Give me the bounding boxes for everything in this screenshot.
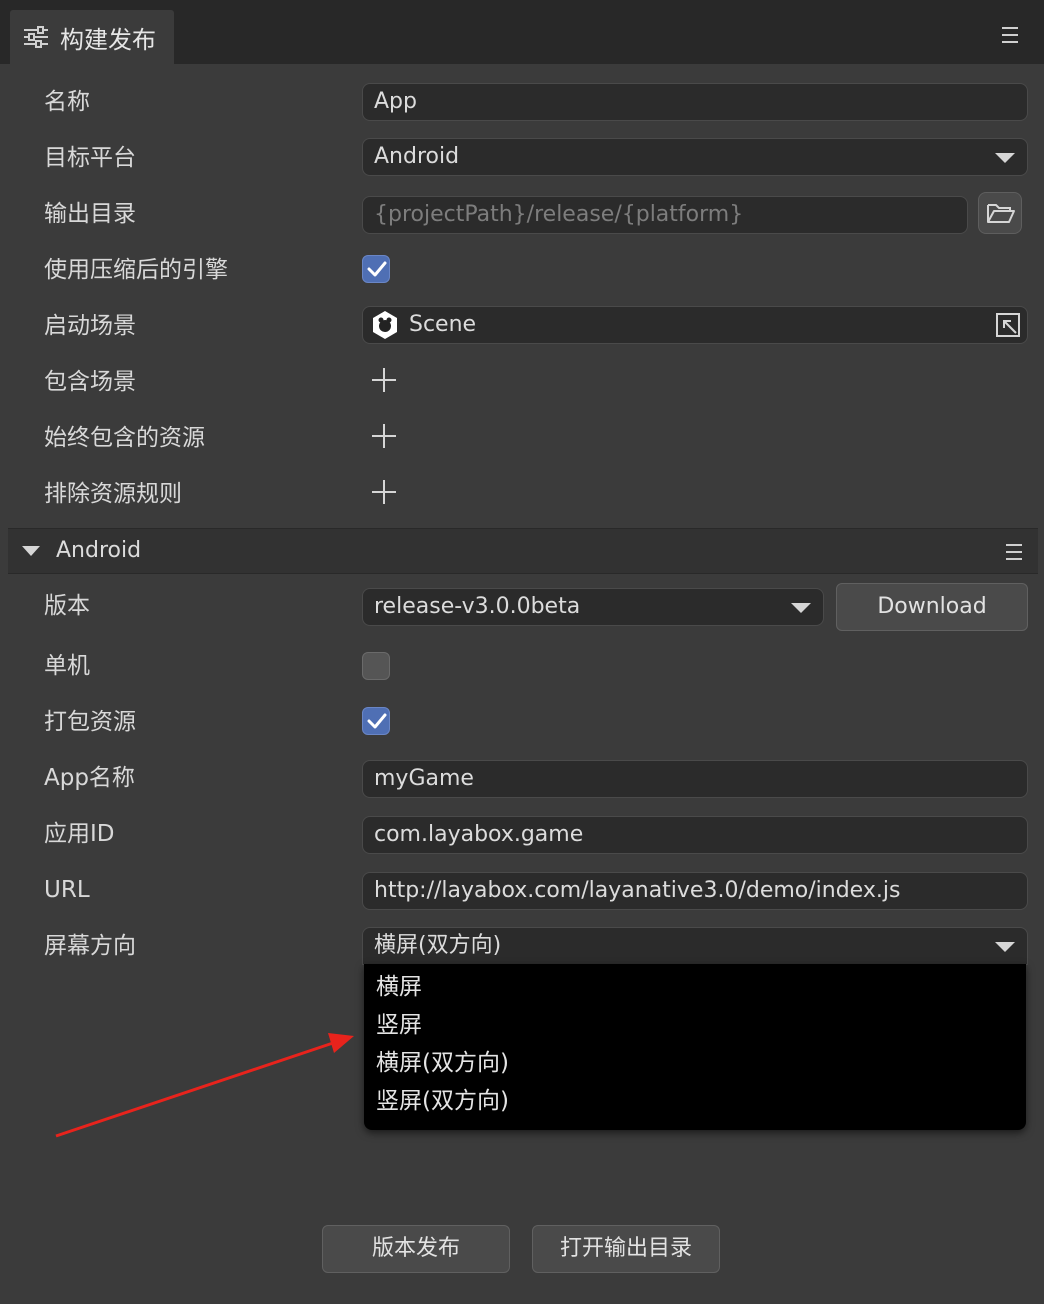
name-input[interactable]: App — [362, 83, 1028, 121]
android-section-header[interactable]: Android — [8, 528, 1038, 574]
app-id-label: 应用ID — [44, 821, 115, 847]
version-value: release-v3.0.0beta — [374, 594, 581, 619]
dropdown-option-portrait[interactable]: 竖屏 — [364, 1006, 1026, 1044]
settings-sliders-icon — [24, 26, 48, 48]
standalone-checkbox[interactable] — [362, 652, 390, 680]
start-scene-value: Scene — [409, 312, 477, 337]
start-scene-label: 启动场景 — [44, 313, 136, 339]
dropdown-option-landscape-both[interactable]: 横屏(双方向) — [364, 1044, 1026, 1082]
checkmark-icon — [367, 261, 387, 277]
app-name-label: App名称 — [44, 765, 135, 791]
dropdown-option-portrait-both[interactable]: 竖屏(双方向) — [364, 1082, 1026, 1120]
orientation-label: 屏幕方向 — [44, 933, 136, 959]
section-menu-icon[interactable] — [1006, 543, 1022, 561]
exclude-rules-label: 排除资源规则 — [44, 481, 182, 507]
platform-value: Android — [374, 144, 460, 169]
pack-resources-checkbox[interactable] — [362, 707, 390, 735]
url-input[interactable]: http://layabox.com/layanative3.0/demo/in… — [362, 872, 1028, 910]
add-scene-plus-icon[interactable] — [372, 368, 396, 392]
start-scene-field[interactable]: Scene — [362, 306, 1028, 344]
add-always-include-plus-icon[interactable] — [372, 424, 396, 448]
checkmark-icon — [367, 713, 387, 729]
app-id-input[interactable]: com.layabox.game — [362, 816, 1028, 854]
name-label: 名称 — [44, 89, 90, 115]
output-dir-label: 输出目录 — [44, 201, 136, 227]
orientation-dropdown-list: 横屏 竖屏 横屏(双方向) 竖屏(双方向) — [364, 964, 1026, 1130]
orientation-value: 横屏(双方向) — [374, 933, 502, 958]
url-label: URL — [44, 877, 90, 903]
pack-resources-label: 打包资源 — [44, 709, 136, 735]
open-output-dir-button[interactable]: 打开输出目录 — [532, 1225, 720, 1273]
dropdown-option-landscape[interactable]: 横屏 — [364, 968, 1026, 1006]
compressed-engine-checkbox[interactable] — [362, 255, 390, 283]
version-label: 版本 — [44, 593, 90, 619]
add-exclude-rule-plus-icon[interactable] — [372, 480, 396, 504]
folder-open-icon — [987, 204, 1015, 223]
panel-menu-icon[interactable] — [1002, 26, 1018, 44]
platform-label: 目标平台 — [44, 145, 136, 171]
collapse-caret-icon[interactable] — [22, 546, 40, 556]
include-scenes-label: 包含场景 — [44, 369, 136, 395]
download-button[interactable]: Download — [836, 583, 1028, 631]
browse-folder-button[interactable] — [978, 192, 1022, 234]
orientation-select[interactable]: 横屏(双方向) — [362, 927, 1028, 965]
app-name-input[interactable]: myGame — [362, 760, 1028, 798]
tab-bar: 构建发布 — [0, 0, 1044, 64]
version-select[interactable]: release-v3.0.0beta — [362, 588, 824, 626]
tab-label: 构建发布 — [60, 25, 156, 54]
standalone-label: 单机 — [44, 653, 90, 679]
pick-target-icon[interactable] — [995, 312, 1021, 338]
android-section-title: Android — [56, 538, 142, 563]
output-dir-input[interactable]: {projectPath}/release/{platform} — [362, 196, 968, 234]
platform-select[interactable]: Android — [362, 138, 1028, 176]
compressed-engine-label: 使用压缩后的引擎 — [44, 257, 228, 283]
always-include-label: 始终包含的资源 — [44, 425, 205, 451]
tab-build-publish[interactable]: 构建发布 — [10, 10, 174, 64]
publish-button[interactable]: 版本发布 — [322, 1225, 510, 1273]
chevron-down-icon — [995, 942, 1015, 952]
chevron-down-icon — [995, 153, 1015, 163]
chevron-down-icon — [791, 603, 811, 613]
scene-icon — [373, 311, 397, 339]
